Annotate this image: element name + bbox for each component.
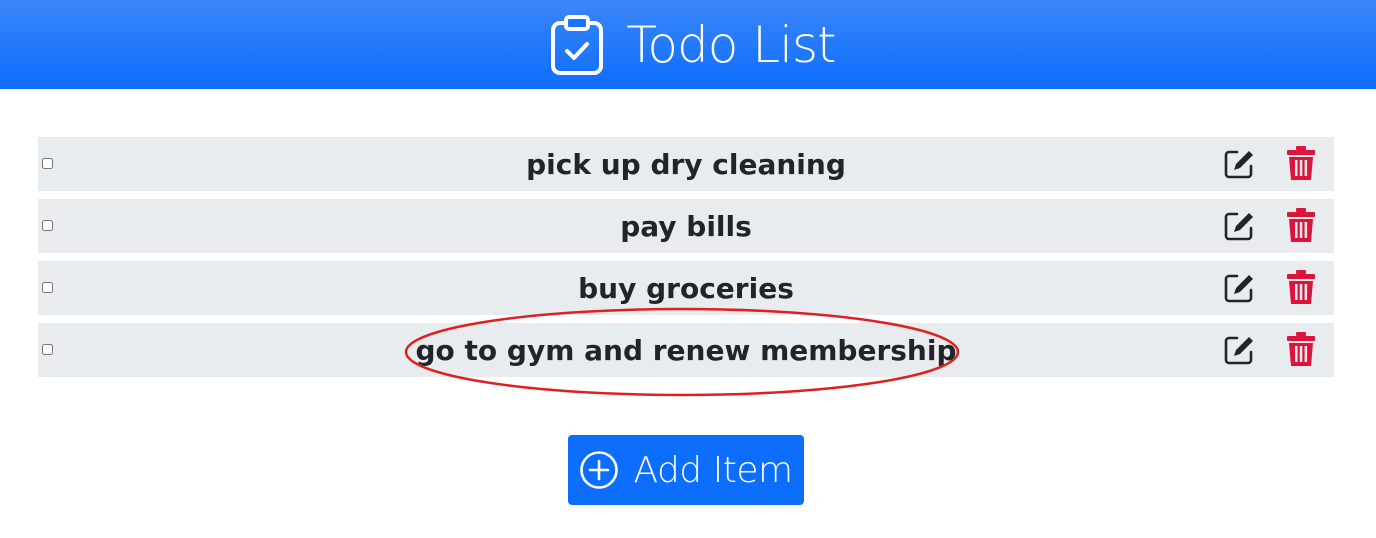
- todo-label: pick up dry cleaning: [526, 147, 846, 181]
- todo-checkbox[interactable]: [42, 158, 53, 169]
- pencil-square-icon[interactable]: [1223, 210, 1255, 242]
- trash-icon[interactable]: [1287, 146, 1315, 180]
- plus-circle-icon: [580, 451, 619, 489]
- todo-label: pay bills: [620, 209, 752, 243]
- todo-checkbox[interactable]: [42, 220, 53, 231]
- todo-label: buy groceries: [578, 271, 794, 305]
- pencil-square-icon[interactable]: [1223, 334, 1255, 366]
- trash-icon[interactable]: [1287, 208, 1315, 242]
- page-title: Todo List: [626, 15, 836, 74]
- trash-icon[interactable]: [1287, 270, 1315, 304]
- todo-row: pick up dry cleaning: [38, 137, 1334, 191]
- clipboard-check-icon: [551, 14, 604, 75]
- add-item-label: Add Item: [633, 449, 793, 491]
- trash-icon[interactable]: [1287, 332, 1315, 366]
- todo-row: buy groceries: [38, 261, 1334, 315]
- todo-label: go to gym and renew membership: [415, 333, 957, 367]
- header-title-group: Todo List: [550, 14, 837, 75]
- todo-checkbox[interactable]: [42, 344, 53, 355]
- todo-row: pay bills: [38, 199, 1334, 253]
- app-header: Todo List: [0, 0, 1376, 89]
- todo-checkbox[interactable]: [42, 282, 53, 293]
- todo-row: go to gym and renew membership: [38, 323, 1334, 377]
- pencil-square-icon[interactable]: [1223, 148, 1255, 180]
- add-item-button[interactable]: Add Item: [568, 435, 804, 505]
- todo-list: pick up dry cleaning pay bills buy groce…: [38, 137, 1334, 385]
- pencil-square-icon[interactable]: [1223, 272, 1255, 304]
